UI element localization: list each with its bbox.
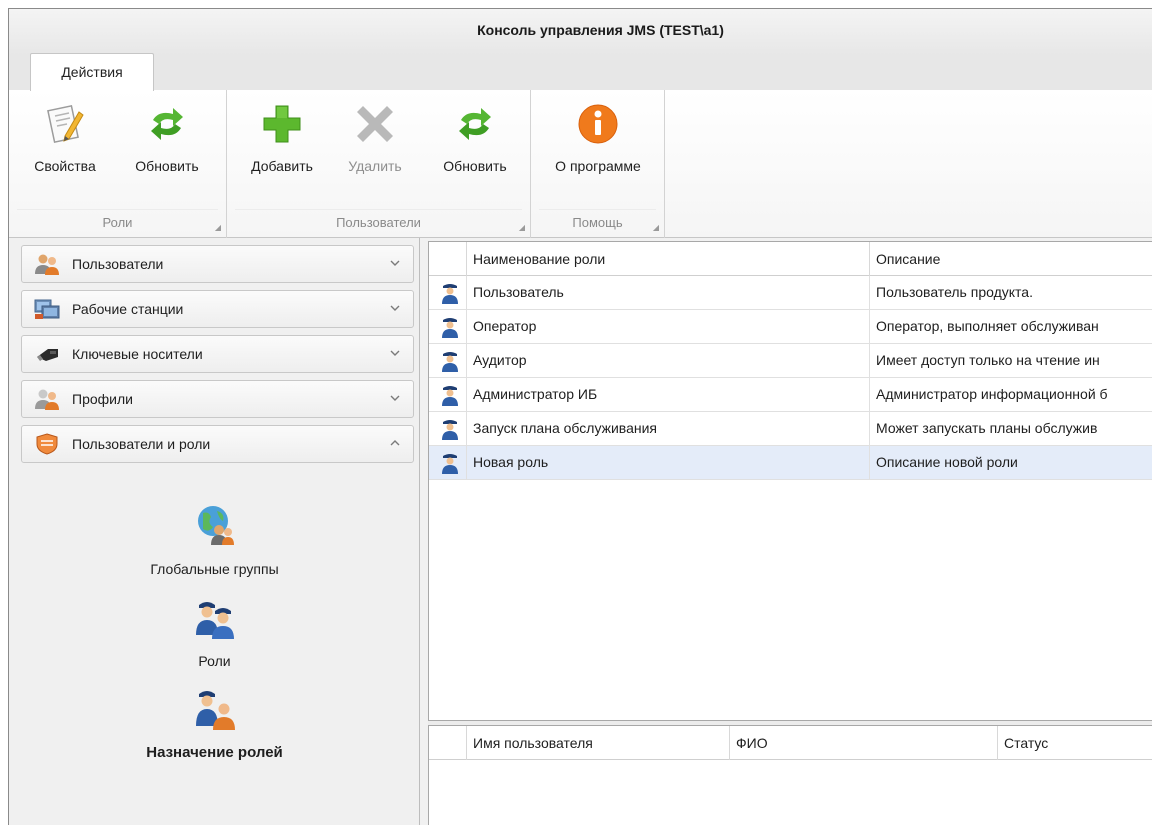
cell-role-name: Запуск плана обслуживания — [467, 412, 870, 445]
table-row[interactable]: Администратор ИБ Администратор информаци… — [429, 378, 1152, 412]
cell-role-name: Новая роль — [467, 446, 870, 479]
roles-grid: Наименование роли Описание Пользователь … — [428, 241, 1152, 721]
chevron-down-icon — [389, 391, 401, 403]
nav-item-role-assignment[interactable]: Назначение ролей — [9, 686, 420, 761]
role-icon — [441, 452, 459, 474]
chevron-up-icon — [389, 436, 401, 448]
add-icon — [260, 102, 304, 146]
nav-section-label: Пользователи и роли — [72, 436, 211, 452]
users-icon — [34, 253, 60, 275]
refresh-icon — [145, 102, 189, 146]
nav-item-global-groups[interactable]: Глобальные группы — [9, 503, 420, 577]
table-row[interactable]: Запуск плана обслуживания Может запускат… — [429, 412, 1152, 446]
ribbon-group-caption-help: Помощь ◢ — [572, 215, 660, 232]
roles-icon — [193, 595, 237, 639]
column-header-role-name[interactable]: Наименование роли — [467, 242, 870, 276]
info-icon — [576, 102, 620, 146]
chevron-down-icon — [389, 346, 401, 358]
chevron-down-icon — [389, 256, 401, 268]
table-row[interactable]: Аудитор Имеет доступ только на чтение ин — [429, 344, 1152, 378]
nav-section-profiles[interactable]: Профили — [21, 380, 414, 418]
nav-section-workstations[interactable]: Рабочие станции — [21, 290, 414, 328]
role-icon — [441, 350, 459, 372]
cell-description: Описание новой роли — [876, 454, 1018, 470]
roles-refresh-button[interactable]: Обновить — [121, 96, 213, 174]
users-refresh-label: Обновить — [443, 158, 507, 174]
cell-role-name: Аудитор — [467, 344, 870, 377]
workstations-icon — [34, 298, 60, 320]
column-header-username[interactable]: Имя пользователя — [467, 726, 730, 760]
shield-icon — [34, 433, 60, 455]
nav-section-label: Профили — [72, 391, 133, 407]
ribbon-group-caption-roles: Роли ◢ — [102, 215, 222, 232]
about-button[interactable]: О программе — [539, 96, 657, 174]
window-title: Консоль управления JMS (TEST\a1) — [477, 22, 724, 38]
nav-item-roles[interactable]: Роли — [9, 595, 420, 669]
role-assignment-icon — [193, 686, 237, 730]
delete-button[interactable]: Удалить — [335, 96, 415, 174]
add-label: Добавить — [251, 158, 313, 174]
nav-item-label: Глобальные группы — [150, 561, 279, 577]
nav-item-label: Роли — [198, 653, 231, 669]
delete-icon — [353, 102, 397, 146]
users-grid: Имя пользователя ФИО Статус — [428, 725, 1152, 825]
properties-button[interactable]: Свойства — [19, 96, 111, 174]
nav-section-label: Ключевые носители — [72, 346, 203, 362]
properties-icon — [43, 102, 87, 146]
usb-key-icon — [34, 343, 60, 365]
properties-label: Свойства — [34, 158, 96, 174]
ribbon-tab-strip — [9, 55, 1152, 91]
ribbon-group-roles: Свойства Обновить Роли ◢ — [9, 90, 227, 238]
column-header-description[interactable]: Описание — [870, 242, 1152, 276]
about-label: О программе — [555, 158, 641, 174]
users-refresh-button[interactable]: Обновить — [427, 96, 523, 174]
cell-description: Имеет доступ только на чтение ин — [876, 352, 1100, 368]
cell-description: Пользователь продукта. — [876, 284, 1033, 300]
cell-role-name: Администратор ИБ — [467, 378, 870, 411]
column-header-full-name[interactable]: ФИО — [730, 726, 998, 760]
table-row-selected[interactable]: Новая роль Описание новой роли — [429, 446, 1152, 480]
role-icon — [441, 282, 459, 304]
ribbon: Свойства Обновить Роли ◢ Добавить Удалит… — [9, 90, 1152, 238]
role-icon — [441, 418, 459, 440]
title-bar: Консоль управления JMS (TEST\a1) — [9, 9, 1152, 55]
roles-grid-header: Наименование роли Описание — [429, 242, 1152, 276]
ribbon-group-caption-users: Пользователи ◢ — [336, 215, 526, 232]
column-header-icon — [429, 242, 467, 276]
nav-section-label: Пользователи — [72, 256, 164, 272]
nav-item-label: Назначение ролей — [146, 744, 283, 761]
table-row[interactable]: Оператор Оператор, выполняет обслуживан — [429, 310, 1152, 344]
refresh-icon — [453, 102, 497, 146]
dialog-launcher-icon[interactable]: ◢ — [518, 224, 526, 232]
column-header-icon — [429, 726, 467, 760]
cell-role-name: Пользователь — [467, 276, 870, 309]
cell-description: Может запускать планы обслужив — [876, 420, 1098, 436]
nav-section-label: Рабочие станции — [72, 301, 184, 317]
ribbon-group-help: О программе Помощь ◢ — [531, 90, 665, 238]
add-button[interactable]: Добавить — [237, 96, 327, 174]
roles-refresh-label: Обновить — [135, 158, 199, 174]
ribbon-group-users: Добавить Удалить Обновить Пользователи ◢ — [227, 90, 531, 238]
dialog-launcher-icon[interactable]: ◢ — [652, 224, 660, 232]
nav-section-key-media[interactable]: Ключевые носители — [21, 335, 414, 373]
role-icon — [441, 384, 459, 406]
delete-label: Удалить — [348, 158, 402, 174]
cell-description: Администратор информационной б — [876, 386, 1108, 402]
column-header-status[interactable]: Статус — [998, 726, 1152, 760]
cell-description: Оператор, выполняет обслуживан — [876, 318, 1099, 334]
dialog-launcher-icon[interactable]: ◢ — [214, 224, 222, 232]
navigation-pane: Пользователи Рабочие станции Ключевые но… — [9, 238, 420, 825]
nav-section-users[interactable]: Пользователи — [21, 245, 414, 283]
cell-role-name: Оператор — [467, 310, 870, 343]
chevron-down-icon — [389, 301, 401, 313]
nav-section-users-and-roles[interactable]: Пользователи и роли — [21, 425, 414, 463]
users-grid-header: Имя пользователя ФИО Статус — [429, 726, 1152, 760]
role-icon — [441, 316, 459, 338]
main-window: Консоль управления JMS (TEST\a1) Действи… — [8, 8, 1152, 825]
global-groups-icon — [193, 503, 237, 547]
profiles-icon — [34, 388, 60, 410]
table-row[interactable]: Пользователь Пользователь продукта. — [429, 276, 1152, 310]
tab-actions[interactable]: Действия — [30, 53, 154, 91]
